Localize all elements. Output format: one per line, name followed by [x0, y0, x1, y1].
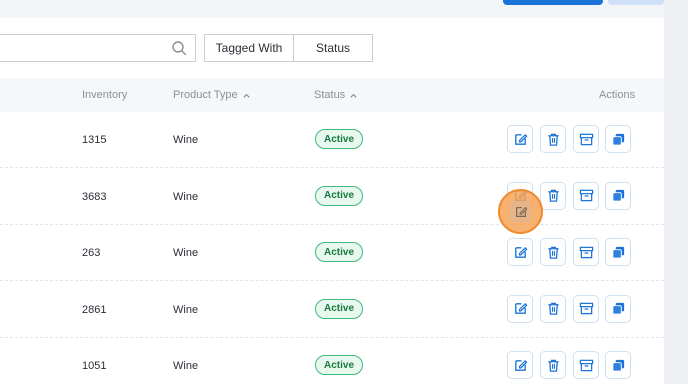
- duplicate-button[interactable]: [605, 294, 631, 323]
- delete-button[interactable]: [540, 125, 566, 153]
- edit-icon: [514, 359, 527, 371]
- trash-icon: [547, 133, 559, 146]
- archive-icon: [579, 246, 593, 258]
- product-type-cell: Wine: [173, 134, 199, 146]
- delete-button[interactable]: [540, 351, 566, 379]
- chevron-up-icon: [242, 93, 250, 98]
- primary-button[interactable]: [503, 0, 603, 5]
- duplicate-icon: [611, 246, 624, 259]
- duplicate-icon: [611, 189, 624, 202]
- trash-icon: [547, 359, 559, 372]
- edit-button[interactable]: [510, 201, 531, 222]
- duplicate-icon: [611, 302, 624, 315]
- trash-icon: [547, 189, 559, 202]
- inventory-cell: 2861: [82, 303, 107, 316]
- archive-button[interactable]: [573, 294, 599, 323]
- product-type-cell: Wine: [173, 303, 199, 316]
- status-badge: Active: [315, 242, 364, 262]
- top-bar: [0, 0, 664, 18]
- inventory-cell: 263: [82, 247, 101, 259]
- status-badge: Active: [315, 129, 364, 149]
- column-status[interactable]: Status: [314, 89, 358, 101]
- trash-icon: [547, 246, 559, 259]
- table-header: Inventory Product Type Status Actions: [0, 78, 664, 112]
- edit-button[interactable]: [507, 125, 533, 153]
- archive-button[interactable]: [573, 238, 599, 266]
- edit-icon: [514, 302, 527, 314]
- trash-icon: [547, 302, 559, 315]
- inventory-cell: 1051: [82, 360, 107, 372]
- duplicate-button[interactable]: [605, 125, 631, 153]
- column-product-type[interactable]: Product Type: [173, 89, 251, 101]
- inventory-cell: 3683: [82, 190, 107, 203]
- edit-button[interactable]: [507, 294, 533, 323]
- search-input[interactable]: [0, 34, 196, 62]
- inventory-cell: 1315: [82, 134, 107, 146]
- table-row[interactable]: 1315 Wine Active: [0, 112, 664, 168]
- archive-icon: [579, 302, 593, 315]
- scroll-gutter: [664, 0, 688, 384]
- duplicate-button[interactable]: [605, 181, 631, 210]
- status-filter[interactable]: Status: [293, 34, 373, 62]
- duplicate-icon: [611, 359, 624, 372]
- column-actions: Actions: [599, 89, 636, 101]
- delete-button[interactable]: [540, 294, 566, 323]
- edit-icon: [514, 133, 527, 145]
- delete-button[interactable]: [540, 238, 566, 266]
- status-badge: Active: [315, 298, 364, 319]
- secondary-button[interactable]: [608, 0, 664, 5]
- archive-icon: [579, 189, 593, 202]
- product-type-cell: Wine: [173, 360, 199, 372]
- edit-icon: [515, 206, 527, 217]
- duplicate-button[interactable]: [605, 351, 631, 379]
- archive-button[interactable]: [573, 351, 599, 379]
- duplicate-icon: [611, 133, 624, 146]
- archive-button[interactable]: [573, 181, 599, 210]
- tagged-with-filter[interactable]: Tagged With: [204, 34, 294, 62]
- product-type-cell: Wine: [173, 190, 199, 203]
- chevron-up-icon: [350, 93, 357, 98]
- table-row[interactable]: 3683 Wine Active: [0, 169, 664, 225]
- edit-button[interactable]: [507, 351, 533, 379]
- search-icon[interactable]: [171, 40, 187, 56]
- edit-icon: [514, 246, 527, 258]
- products-panel: Tagged With Status Inventory Product Typ…: [0, 18, 664, 384]
- table-row[interactable]: 1051 Wine Active: [0, 338, 664, 384]
- status-badge: Active: [315, 185, 364, 206]
- duplicate-button[interactable]: [605, 238, 631, 266]
- status-badge: Active: [315, 355, 364, 375]
- archive-icon: [579, 359, 593, 371]
- delete-button[interactable]: [540, 181, 566, 210]
- table-row[interactable]: 2861 Wine Active: [0, 282, 664, 338]
- edit-button[interactable]: [507, 238, 533, 266]
- click-highlight: [498, 189, 543, 234]
- archive-button[interactable]: [573, 125, 599, 153]
- table-row[interactable]: 263 Wine Active: [0, 225, 664, 281]
- column-inventory[interactable]: Inventory: [82, 89, 127, 101]
- archive-icon: [579, 133, 593, 145]
- product-type-cell: Wine: [173, 247, 199, 259]
